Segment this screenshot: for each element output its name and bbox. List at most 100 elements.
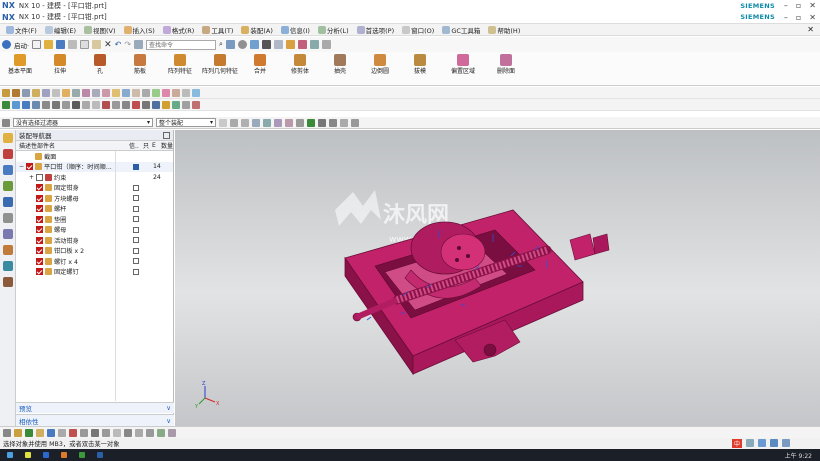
visibility-checkbox[interactable] xyxy=(26,163,33,171)
col-readonly[interactable]: 只 xyxy=(143,141,152,150)
col-info[interactable]: 信.. xyxy=(129,141,143,150)
tangent-icon[interactable] xyxy=(318,118,326,127)
menu-gc-toolbox[interactable]: GC工具箱 xyxy=(438,25,484,35)
line-icon[interactable] xyxy=(12,100,20,109)
tree-row[interactable]: − 平口钳（顺序：时间顺... 14 xyxy=(16,161,173,172)
tree-row[interactable]: 钳口板 x 2 xyxy=(16,246,173,257)
taskbar-app-3[interactable] xyxy=(58,450,70,460)
close-icon[interactable]: ✕ xyxy=(809,13,816,22)
select-edge-icon[interactable] xyxy=(58,428,66,437)
weld-icon[interactable] xyxy=(192,88,200,97)
dimension-icon[interactable] xyxy=(92,100,100,109)
tree-row[interactable]: 活动钳身 xyxy=(16,235,173,246)
fixed-jaw-body[interactable] xyxy=(344,209,610,376)
ribbon-pattern-feature[interactable]: 阵列特征 xyxy=(160,54,200,75)
more-icon[interactable] xyxy=(321,40,331,49)
col-count[interactable]: 数量 xyxy=(161,141,173,150)
close-part-icon[interactable]: ✕ xyxy=(807,25,814,34)
deselect-icon[interactable] xyxy=(230,118,238,127)
readonly-checkbox[interactable] xyxy=(133,258,139,265)
visibility-checkbox[interactable] xyxy=(36,257,43,265)
select-all-icon[interactable] xyxy=(219,118,227,127)
rectangle-icon[interactable] xyxy=(62,100,70,109)
copy-icon[interactable] xyxy=(80,40,90,49)
move-component-icon[interactable] xyxy=(32,88,40,97)
project-curve-icon[interactable] xyxy=(152,100,160,109)
reuse-library-tab-icon[interactable] xyxy=(2,181,13,191)
window-switch-icon[interactable] xyxy=(134,40,144,49)
visibility-checkbox[interactable] xyxy=(36,194,43,202)
deformable-icon[interactable] xyxy=(132,88,140,97)
render-style-icon[interactable] xyxy=(237,40,247,49)
expand-toggle-icon[interactable]: + xyxy=(29,174,36,181)
display-mode-icon[interactable] xyxy=(261,40,271,49)
assembly-scope-select[interactable]: 整个装配 ▾ xyxy=(156,118,216,127)
visibility-checkbox[interactable] xyxy=(36,184,43,192)
existing-point-icon[interactable] xyxy=(340,118,348,127)
circle-icon[interactable] xyxy=(32,100,40,109)
quickpick-icon[interactable] xyxy=(3,428,11,437)
arrangement-icon[interactable] xyxy=(112,88,120,97)
spline-icon[interactable] xyxy=(82,100,90,109)
component-pattern-icon[interactable] xyxy=(92,88,100,97)
tree-row[interactable]: + 约束 24 xyxy=(16,172,173,183)
check-clearance-icon[interactable] xyxy=(102,88,110,97)
pattern-curve-icon[interactable] xyxy=(162,100,170,109)
snap-point-icon[interactable] xyxy=(252,118,260,127)
hd3d-tools-tab-icon[interactable] xyxy=(2,197,13,207)
ribbon-offset-region[interactable]: 偏置区域 xyxy=(440,54,486,75)
punctuation-icon[interactable] xyxy=(746,439,754,447)
readonly-checkbox[interactable] xyxy=(133,163,139,170)
start-icon[interactable] xyxy=(2,40,11,49)
search-icon[interactable]: ⌕ xyxy=(219,40,223,49)
circle-snap-icon[interactable] xyxy=(135,428,143,437)
interference-icon[interactable] xyxy=(142,88,150,97)
constraint-icon[interactable] xyxy=(102,100,110,109)
view-orient-icon[interactable] xyxy=(249,40,259,49)
control-point-icon[interactable] xyxy=(285,118,293,127)
ribbon-extrude[interactable]: 拉伸 xyxy=(40,54,80,75)
tree-row[interactable]: 螺母 xyxy=(16,225,173,236)
menu-view[interactable]: 视图(V) xyxy=(80,25,120,35)
ribbon-trim-body[interactable]: 修剪体 xyxy=(280,54,320,75)
delete-icon[interactable]: ✕ xyxy=(104,40,112,50)
new-component-icon[interactable] xyxy=(12,88,20,97)
select-datum-icon[interactable] xyxy=(91,428,99,437)
ribbon-rib[interactable]: 筋板 xyxy=(120,54,160,75)
face-rule-icon[interactable] xyxy=(113,428,121,437)
ribbon-shell[interactable]: 抽壳 xyxy=(320,54,360,75)
extend-icon[interactable] xyxy=(122,100,130,109)
select-component-icon[interactable] xyxy=(14,428,22,437)
derived-line-icon[interactable] xyxy=(172,100,180,109)
menu-format[interactable]: 格式(R) xyxy=(159,25,199,35)
readonly-checkbox[interactable] xyxy=(133,237,139,244)
ribbon-delete-face[interactable]: 删除面 xyxy=(486,54,526,75)
col-modified[interactable]: E xyxy=(152,142,161,149)
constraint-navigator-tab-icon[interactable] xyxy=(2,149,13,159)
edit-object-display-icon[interactable] xyxy=(297,40,307,49)
taskbar-app-1[interactable] xyxy=(22,450,34,460)
fillet-curve-icon[interactable] xyxy=(182,100,190,109)
visibility-checkbox[interactable] xyxy=(36,268,43,276)
menu-edit[interactable]: 编辑(E) xyxy=(41,25,80,35)
chamfer-icon[interactable] xyxy=(52,100,60,109)
visibility-checkbox[interactable] xyxy=(36,236,43,244)
open-icon[interactable] xyxy=(44,40,54,49)
product-interface-icon[interactable] xyxy=(122,88,130,97)
replace-component-icon[interactable] xyxy=(152,88,160,97)
ribbon-unite[interactable]: 合并 xyxy=(240,54,280,75)
taskbar-app-2[interactable] xyxy=(40,450,52,460)
reference-set-icon[interactable] xyxy=(52,88,60,97)
sequence-icon[interactable] xyxy=(72,88,80,97)
arc-snap-icon[interactable] xyxy=(124,428,132,437)
intersection-icon[interactable] xyxy=(296,118,304,127)
measure-icon[interactable] xyxy=(309,40,319,49)
tree-row[interactable]: 固定螺钉 xyxy=(16,267,173,278)
lasso-icon[interactable] xyxy=(241,118,249,127)
select-point-icon[interactable] xyxy=(80,428,88,437)
arc-center-icon[interactable] xyxy=(307,118,315,127)
visibility-checkbox[interactable] xyxy=(36,173,43,181)
command-search-input[interactable]: 查找命令 xyxy=(146,39,217,50)
readonly-checkbox[interactable] xyxy=(133,184,139,191)
assembly-cut-icon[interactable] xyxy=(172,88,180,97)
